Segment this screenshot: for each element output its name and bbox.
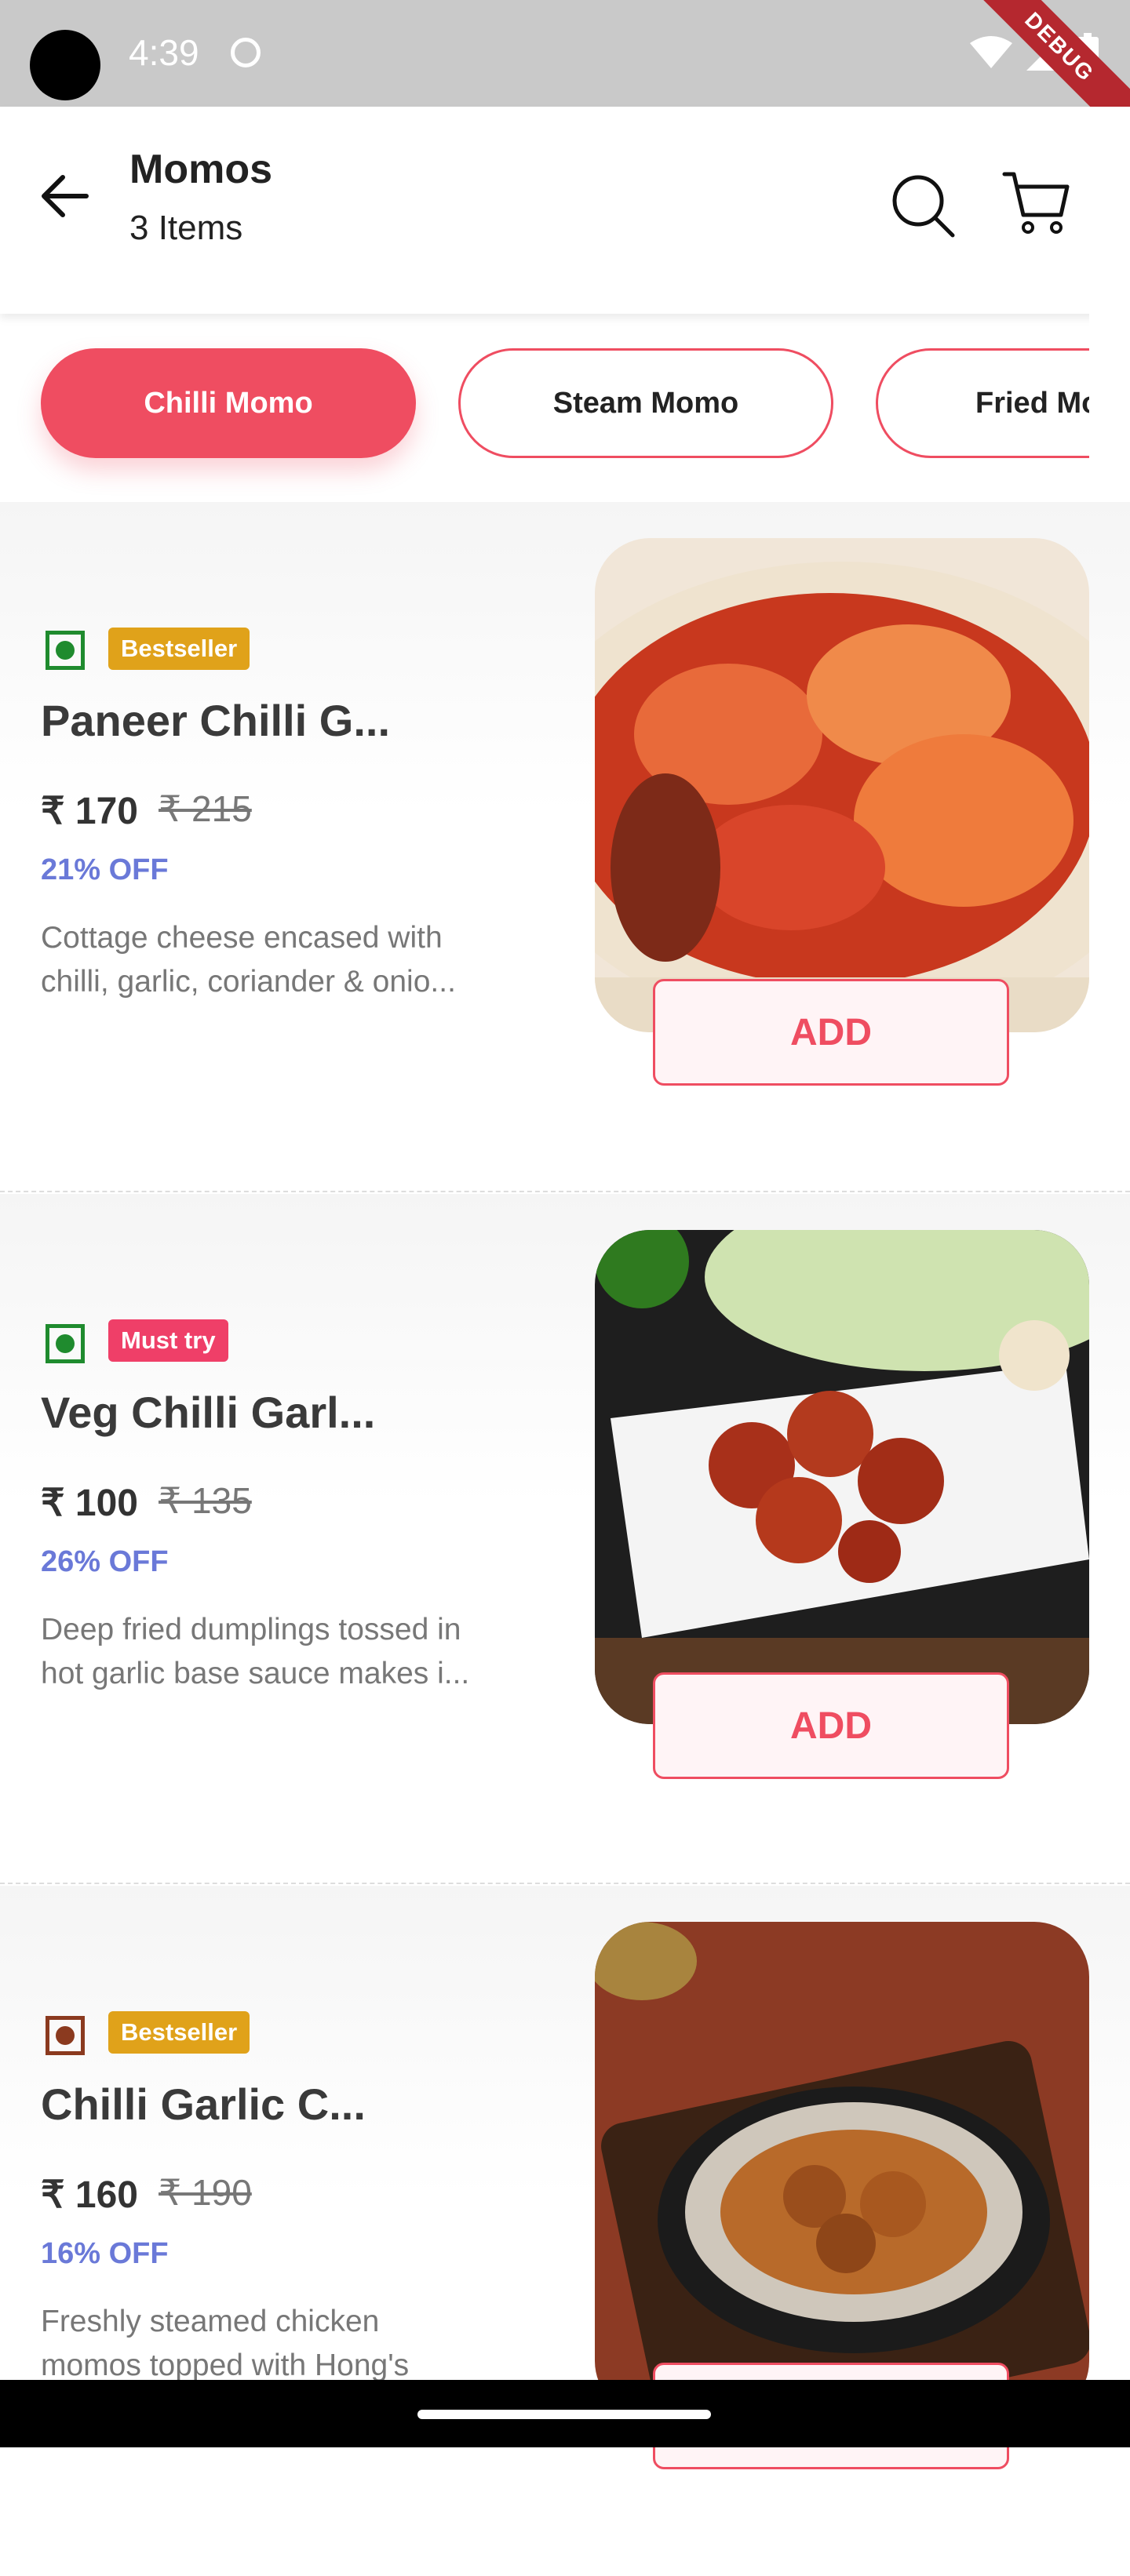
page-title: Momos bbox=[129, 147, 272, 192]
item-price: ₹ 160 bbox=[41, 2174, 138, 2216]
non-veg-indicator-icon bbox=[46, 2016, 85, 2055]
notification-icon bbox=[231, 38, 261, 67]
camera-cutout bbox=[30, 30, 100, 100]
item-divider bbox=[0, 1883, 1130, 1884]
item-divider bbox=[0, 1191, 1130, 1192]
item-description: Cottage cheese encased with chilli, garl… bbox=[41, 921, 456, 999]
chips-scroll-edge bbox=[1089, 314, 1130, 502]
item-description: Deep fried dumplings tossed in hot garli… bbox=[41, 1613, 470, 1690]
system-nav-bar bbox=[0, 2380, 1130, 2447]
bestseller-badge: Bestseller bbox=[108, 2011, 250, 2054]
item-mrp: ₹ 190 bbox=[159, 2172, 252, 2213]
item-count: 3 Items bbox=[129, 209, 243, 247]
veg-indicator-icon bbox=[46, 1324, 85, 1363]
menu-item-card: Bestseller Chilli Garlic C... ₹ 160 ₹ 19… bbox=[0, 1886, 1130, 2576]
discount-label: 16% OFF bbox=[41, 2237, 169, 2270]
must-try-badge: Must try bbox=[108, 1319, 228, 1362]
item-description: Freshly steamed chicken momos topped wit… bbox=[41, 2305, 410, 2382]
discount-label: 21% OFF bbox=[41, 853, 169, 886]
category-chips: Chilli Momo Steam Momo Fried Momo bbox=[0, 314, 1130, 502]
item-name[interactable]: Chilli Garlic C... bbox=[41, 2079, 366, 2130]
wifi-icon bbox=[970, 36, 1012, 68]
chilli-garlic-chicken-momo-photo[interactable] bbox=[595, 1922, 1089, 2416]
veg-indicator-icon bbox=[46, 631, 85, 670]
search-icon[interactable] bbox=[890, 173, 956, 238]
cart-icon[interactable] bbox=[1001, 168, 1072, 238]
paneer-chilli-momo-photo[interactable] bbox=[595, 538, 1089, 1032]
app-bar: Momos 3 Items bbox=[0, 107, 1130, 314]
add-button[interactable]: ADD bbox=[653, 1672, 1009, 1779]
menu-item-card: Must try Veg Chilli Garl... ₹ 100 ₹ 135 … bbox=[0, 1194, 1130, 1884]
status-time: 4:39 bbox=[129, 32, 199, 73]
item-mrp: ₹ 215 bbox=[159, 788, 252, 829]
item-price: ₹ 170 bbox=[41, 791, 138, 832]
item-name[interactable]: Paneer Chilli G... bbox=[41, 695, 390, 746]
arrow-left-icon[interactable] bbox=[39, 174, 89, 218]
item-name[interactable]: Veg Chilli Garl... bbox=[41, 1387, 375, 1438]
item-mrp: ₹ 135 bbox=[159, 1480, 252, 1521]
menu-item-card: Bestseller Paneer Chilli G... ₹ 170 ₹ 21… bbox=[0, 502, 1130, 1192]
bestseller-badge: Bestseller bbox=[108, 628, 250, 670]
discount-label: 26% OFF bbox=[41, 1545, 169, 1578]
item-price: ₹ 100 bbox=[41, 1483, 138, 1524]
home-indicator[interactable] bbox=[417, 2410, 711, 2419]
add-button[interactable]: ADD bbox=[653, 979, 1009, 1086]
status-bar: 4:39 DEBUG bbox=[0, 0, 1130, 145]
veg-chilli-garlic-momo-photo[interactable] bbox=[595, 1230, 1089, 1724]
chip-steam-momo[interactable]: Steam Momo bbox=[458, 348, 833, 458]
chip-chilli-momo[interactable]: Chilli Momo bbox=[41, 348, 416, 458]
